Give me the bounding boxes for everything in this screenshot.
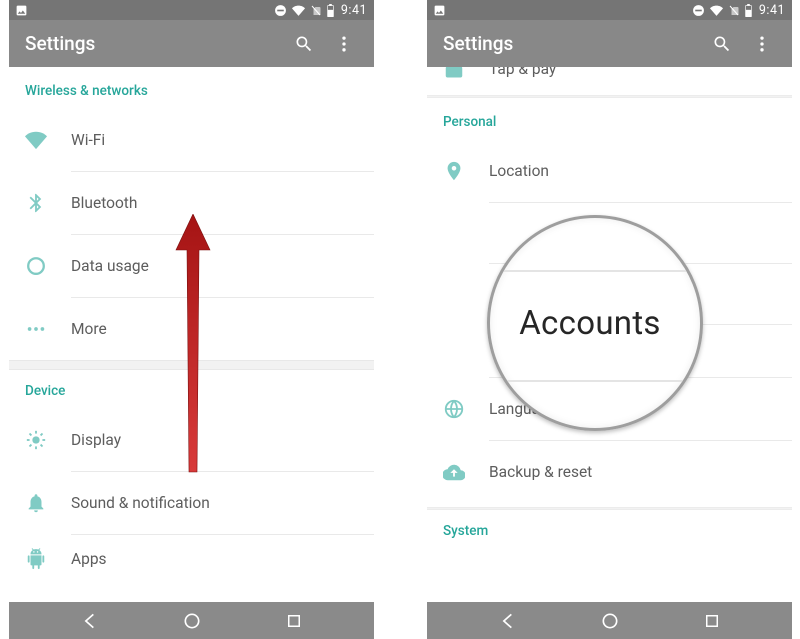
dnd-icon [274, 4, 287, 17]
nav-back-button[interactable] [80, 611, 100, 631]
image-icon [15, 4, 28, 17]
cloud-upload-icon [443, 461, 483, 483]
row-label: Apps [71, 550, 107, 568]
row-label: Display [71, 431, 121, 449]
globe-icon [443, 398, 483, 420]
row-wifi[interactable]: Wi-Fi [9, 109, 374, 171]
row-backup[interactable]: Backup & reset [427, 441, 792, 503]
nav-bar [9, 602, 374, 639]
section-system: System [427, 510, 792, 549]
nav-recent-button[interactable] [285, 612, 303, 630]
row-label: Tap & pay [489, 67, 556, 78]
search-icon [294, 34, 314, 54]
wifi-icon [25, 129, 65, 151]
wifi-icon [291, 4, 306, 17]
row-data-usage[interactable]: Data usage [9, 235, 374, 297]
row-tap-pay[interactable]: Tap & pay [427, 67, 792, 89]
row-apps[interactable]: Apps [9, 535, 374, 583]
row-location[interactable]: Location [427, 140, 792, 202]
search-icon [712, 34, 732, 54]
more-vert-icon [334, 34, 354, 54]
nav-bar [427, 602, 792, 639]
battery-icon [326, 4, 335, 17]
zoom-accounts-label: Accounts [519, 304, 661, 343]
phone-right: 9:41 Settings Tap & pay Personal Locatio… [427, 0, 792, 639]
row-more[interactable]: More [9, 298, 374, 360]
zoom-lens-annotation: Accounts [487, 215, 703, 431]
nav-home-button[interactable] [600, 611, 620, 631]
no-sim-icon [310, 4, 322, 17]
status-clock: 9:41 [759, 3, 785, 18]
status-bar: 9:41 [427, 0, 792, 20]
nav-recent-button[interactable] [703, 612, 721, 630]
tap-pay-icon [443, 67, 483, 83]
dnd-icon [692, 4, 705, 17]
location-icon [443, 160, 483, 182]
row-label: Backup & reset [489, 463, 592, 481]
page-title: Settings [443, 32, 702, 55]
section-gap [9, 360, 374, 370]
row-label: Wi-Fi [71, 131, 105, 149]
row-display[interactable]: Display [9, 409, 374, 471]
row-sound[interactable]: Sound & notification [9, 472, 374, 534]
back-icon [80, 611, 100, 631]
battery-icon [744, 4, 753, 17]
status-clock: 9:41 [341, 3, 367, 18]
more-vert-icon [752, 34, 772, 54]
status-bar: 9:41 [9, 0, 374, 20]
row-label: Data usage [71, 257, 149, 275]
data-usage-icon [25, 255, 65, 277]
home-icon [182, 611, 202, 631]
overflow-button[interactable] [324, 24, 364, 64]
phone-left: 9:41 Settings Wireless & networks Wi-Fi … [9, 0, 374, 639]
bluetooth-icon [25, 192, 65, 214]
brightness-icon [25, 429, 65, 451]
recent-icon [703, 612, 721, 630]
bell-icon [25, 492, 65, 514]
overflow-button[interactable] [742, 24, 782, 64]
back-icon [498, 611, 518, 631]
recent-icon [285, 612, 303, 630]
settings-list[interactable]: Wireless & networks Wi-Fi Bluetooth Data… [9, 67, 374, 602]
no-sim-icon [728, 4, 740, 17]
search-button[interactable] [702, 24, 742, 64]
android-icon [25, 548, 65, 570]
nav-home-button[interactable] [182, 611, 202, 631]
section-device: Device [9, 370, 374, 409]
image-icon [433, 4, 446, 17]
search-button[interactable] [284, 24, 324, 64]
row-label: Location [489, 162, 549, 180]
page-title: Settings [25, 32, 284, 55]
row-label: Bluetooth [71, 194, 137, 212]
app-bar: Settings [427, 20, 792, 67]
section-personal: Personal [427, 98, 792, 140]
app-bar: Settings [9, 20, 374, 67]
row-label: Sound & notification [71, 494, 210, 512]
row-bluetooth[interactable]: Bluetooth [9, 172, 374, 234]
wifi-icon [709, 4, 724, 17]
home-icon [600, 611, 620, 631]
section-wireless: Wireless & networks [9, 67, 374, 109]
row-label: More [71, 320, 107, 338]
nav-back-button[interactable] [498, 611, 518, 631]
more-horiz-icon [25, 318, 65, 340]
